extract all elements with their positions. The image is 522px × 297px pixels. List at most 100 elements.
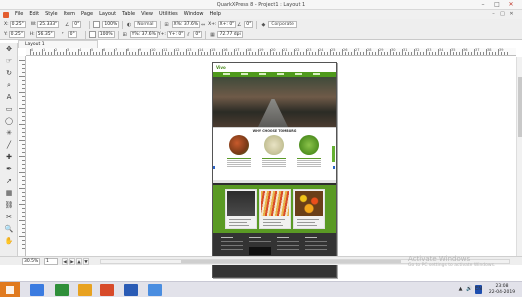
ruler-minor-tick	[69, 52, 70, 55]
skew-input[interactable]: 0°	[193, 31, 203, 38]
horizontal-ruler[interactable]: 0 1 2 3 4 5 6 7 8 9 10 11 12 13 14 15 16 17 18 19 20 21 22 23 24…	[26, 48, 516, 56]
horizontal-scroll-thumb[interactable]	[181, 260, 401, 263]
clock[interactable]: 23:08 22-04-2019	[486, 284, 518, 296]
ruler-minor-tick	[63, 52, 64, 55]
doc-close-button[interactable]: ✕	[507, 11, 516, 18]
ruler-tick	[19, 140, 25, 141]
next-page-button[interactable]: ▶	[69, 258, 75, 265]
tray-expand-icon[interactable]: ▲	[457, 285, 464, 294]
zoom-field[interactable]: 30.5%	[22, 258, 40, 265]
minimize-button[interactable]: –	[476, 0, 490, 10]
flip-horizontal-icon[interactable]: ⇔	[200, 22, 206, 28]
menu-file[interactable]: File	[12, 10, 26, 19]
text-path-icon[interactable]: ➚	[4, 177, 14, 186]
text-box-tool-icon[interactable]: A	[4, 93, 14, 102]
quarkxpress-taskbar-icon[interactable]	[148, 284, 162, 296]
width-input[interactable]: 25.333"	[37, 21, 60, 28]
fill-color-swatch[interactable]	[93, 21, 101, 28]
menu-view[interactable]: View	[138, 10, 156, 19]
vertical-ruler[interactable]	[18, 56, 26, 256]
window-title: QuarkXPress 8 - Project1 : Layout 1	[216, 2, 306, 8]
x-input[interactable]: 0.25"	[9, 21, 26, 28]
menu-utilities[interactable]: Utilities	[156, 10, 181, 19]
unlinking-tool-icon[interactable]: ✂	[4, 213, 14, 222]
word-icon[interactable]	[124, 284, 138, 296]
ruler-minor-tick	[423, 52, 424, 55]
doc-restore-button[interactable]: □	[498, 11, 507, 18]
ie-browser-icon[interactable]	[30, 284, 44, 296]
rectangle-tool-icon[interactable]: ▭	[4, 105, 14, 114]
offset-x-input[interactable]: X+: 0"	[217, 21, 237, 28]
ruler-minor-tick	[228, 52, 229, 55]
item-tool-icon[interactable]: ✥	[4, 45, 14, 54]
opacity-input-1[interactable]: 100%	[102, 21, 120, 28]
content-tool-icon[interactable]: ☞	[4, 57, 14, 66]
menu-style[interactable]: Style	[42, 10, 61, 19]
resolution-readout: 72.77 dpi	[217, 31, 243, 38]
vertical-scroll-thumb[interactable]	[518, 77, 522, 137]
photoshop-icon[interactable]	[100, 284, 114, 296]
page-number-field[interactable]: 1	[44, 258, 58, 265]
zoom-tool-icon[interactable]: ⌕	[4, 81, 14, 90]
separator	[117, 30, 119, 39]
menu-table[interactable]: Table	[119, 10, 138, 19]
start-button[interactable]	[0, 282, 20, 297]
zoom-magnifier-icon[interactable]: 🔍	[4, 225, 14, 234]
bezier-pen-icon[interactable]: ✒	[4, 165, 14, 174]
close-button[interactable]: ✕	[504, 0, 518, 10]
ruler-minor-tick	[321, 52, 322, 55]
y-input[interactable]: 0.25"	[8, 31, 25, 38]
green-selection-handle[interactable]	[332, 146, 335, 162]
ruler-minor-tick	[333, 52, 334, 55]
page-down-button[interactable]: ▼	[83, 258, 89, 265]
language-indicator[interactable]: EN	[475, 285, 482, 294]
menu-window[interactable]: Window	[181, 10, 207, 19]
tab-layout-1[interactable]: Layout 1	[18, 40, 98, 48]
ruler-minor-tick	[261, 52, 262, 55]
volume-icon[interactable]: 🔊	[466, 285, 473, 294]
menu-edit[interactable]: Edit	[26, 10, 42, 19]
ruler-minor-tick	[441, 52, 442, 55]
orthogonal-line-icon[interactable]: ✚	[4, 153, 14, 162]
corner-radius-input[interactable]: 0°	[67, 31, 77, 38]
angle-input[interactable]: 0°	[72, 21, 82, 28]
frame-color-swatch[interactable]	[88, 31, 96, 38]
ruler-minor-tick	[339, 52, 340, 55]
menu-layout[interactable]: Layout	[96, 10, 119, 19]
menu-help[interactable]: Help	[206, 10, 223, 19]
ruler-minor-tick	[96, 52, 97, 55]
selection-handle-right[interactable]	[333, 166, 335, 169]
selection-handle-left[interactable]	[213, 166, 215, 169]
menu-item[interactable]: Item	[61, 10, 78, 19]
oval-tool-icon[interactable]: ◯	[4, 117, 14, 126]
blend-mode-dropdown[interactable]: Normal	[134, 21, 157, 28]
linking-tool-icon[interactable]: ⛓	[4, 201, 14, 210]
ruler-minor-tick	[249, 52, 250, 55]
vertical-scrollbar[interactable]	[516, 57, 522, 256]
line-tool-icon[interactable]: ╱	[4, 141, 14, 150]
table-tool-icon[interactable]: ▦	[4, 189, 14, 198]
color-dropdown[interactable]: Corporate	[268, 21, 297, 28]
opacity-input-2[interactable]: 100%	[97, 31, 115, 38]
rotation-tool-icon[interactable]: ↻	[4, 69, 14, 78]
page-up-button[interactable]: ▲	[76, 258, 82, 265]
pan-tool-icon[interactable]: ✋	[4, 237, 14, 246]
offset-y-input[interactable]: Y+: 0"	[166, 31, 186, 38]
chrome-icon[interactable]	[78, 284, 92, 296]
layout-page[interactable]: Vivo WHY CHOOSE TOMBURG	[212, 62, 337, 278]
ruler-tick	[22, 96, 25, 97]
ruler-minor-tick	[57, 52, 58, 55]
ruler-tick	[22, 104, 25, 105]
doc-minimize-button[interactable]: –	[489, 11, 498, 18]
height-input[interactable]: 56.35"	[35, 31, 55, 38]
document-window-controls: – □ ✕	[489, 11, 516, 18]
scale-x-input[interactable]: X%: 37.6%	[171, 21, 201, 28]
image-angle-input[interactable]: 0°	[244, 21, 254, 28]
prev-page-button[interactable]: ◀	[62, 258, 68, 265]
starburst-tool-icon[interactable]: ✳	[4, 129, 14, 138]
menu-page[interactable]: Page	[78, 10, 96, 19]
tile-text-line	[297, 219, 319, 220]
maximize-button[interactable]: □	[490, 0, 504, 10]
file-explorer-icon[interactable]	[55, 284, 69, 296]
scale-y-input[interactable]: Y%: 37.6%	[129, 31, 158, 38]
